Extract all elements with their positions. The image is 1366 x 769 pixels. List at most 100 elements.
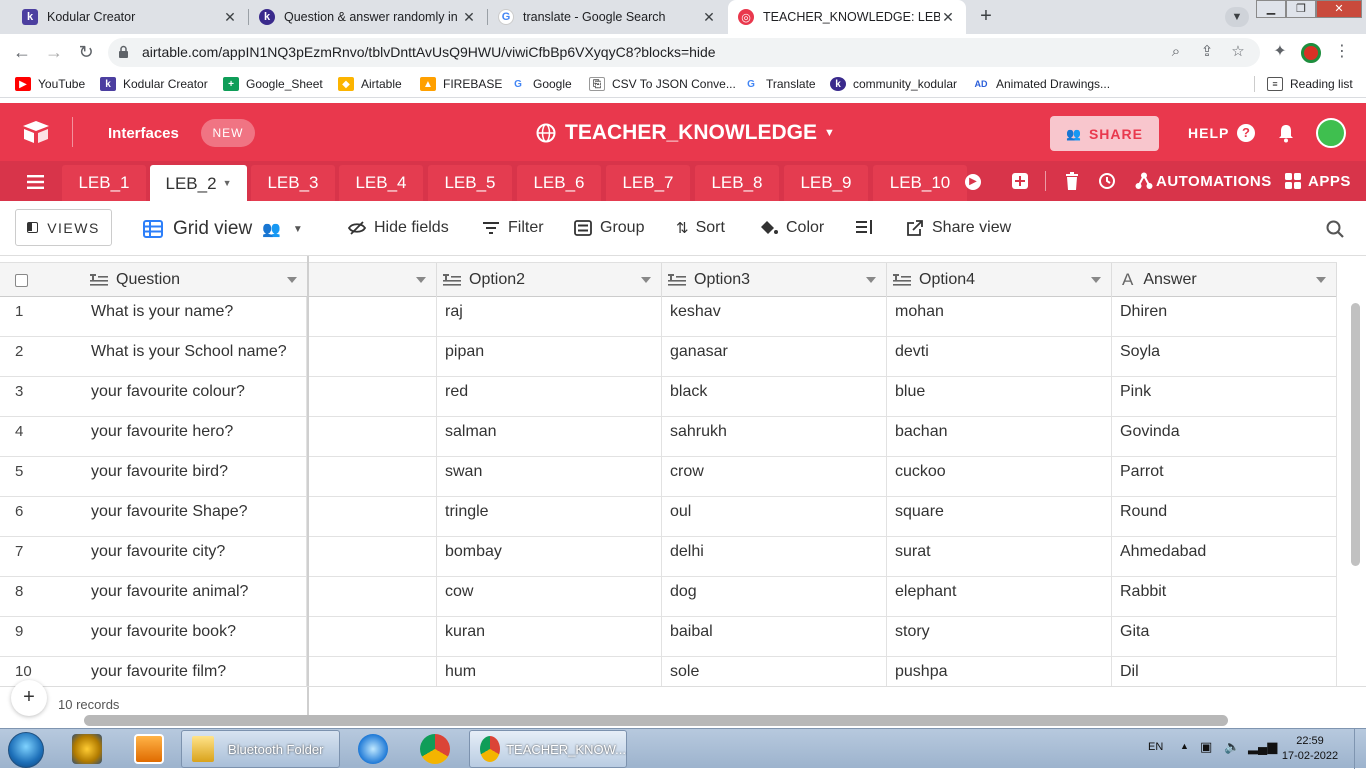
window-close-button[interactable]: ✕	[1316, 0, 1362, 18]
bookmark-firebase[interactable]: ▲ FIREBASE	[420, 75, 502, 93]
table-row[interactable]: 2 What is your School name? pipan ganasar de…	[0, 337, 1337, 377]
tab-leb-8[interactable]: LEB_8	[695, 165, 779, 201]
share-page-icon[interactable]: ⇪	[1197, 42, 1217, 62]
scroll-tabs-right-icon[interactable]: ▶	[965, 174, 981, 190]
cell-answer[interactable]: Ahmedabad	[1112, 537, 1337, 576]
filter-button[interactable]: Filter	[482, 219, 544, 237]
cell-option1[interactable]	[309, 377, 437, 416]
close-icon[interactable]: ✕	[940, 9, 956, 26]
trash-icon[interactable]	[1063, 172, 1081, 190]
history-icon[interactable]	[1098, 172, 1116, 190]
tab-leb-1[interactable]: LEB_1	[62, 165, 146, 201]
column-header-option4[interactable]: Option4	[887, 263, 1112, 297]
cell-option1[interactable]	[309, 337, 437, 376]
taskbar-bluetooth-folder[interactable]: Bluetooth Folder	[181, 730, 340, 768]
column-header-option3[interactable]: Option3	[662, 263, 887, 297]
cell-question[interactable]: your favourite bird?	[83, 457, 307, 496]
tab-leb-5[interactable]: LEB_5	[428, 165, 512, 201]
cell-option3[interactable]: sole	[662, 657, 887, 686]
search-icon[interactable]	[1326, 220, 1344, 238]
table-row[interactable]: 4 your favourite hero? salman sahrukh bachan…	[0, 417, 1337, 457]
cell-option4[interactable]: blue	[887, 377, 1112, 416]
table-row[interactable]: 5 your favourite bird? swan crow cuckoo Parro…	[0, 457, 1337, 497]
close-icon[interactable]: ✕	[222, 9, 238, 26]
cell-option3[interactable]: oul	[662, 497, 887, 536]
cell-question[interactable]: your favourite colour?	[83, 377, 307, 416]
tab-leb-4[interactable]: LEB_4	[339, 165, 423, 201]
cell-option4[interactable]: bachan	[887, 417, 1112, 456]
bookmark-translate[interactable]: G Translate	[743, 75, 816, 93]
vertical-scrollbar[interactable]	[1351, 303, 1360, 566]
show-desktop-button[interactable]	[1354, 729, 1366, 769]
column-header-answer[interactable]: A Answer	[1112, 263, 1337, 297]
cell-option2[interactable]: red	[437, 377, 662, 416]
user-avatar[interactable]	[1316, 118, 1346, 148]
zoom-icon[interactable]: ⌕	[1166, 42, 1186, 62]
table-row[interactable]: 10 your favourite film? hum sole pushpa Dil	[0, 657, 1337, 686]
cell-answer[interactable]: Govinda	[1112, 417, 1337, 456]
cell-option1[interactable]	[309, 617, 437, 656]
column-header-option1[interactable]	[309, 263, 437, 297]
cell-answer[interactable]: Round	[1112, 497, 1337, 536]
cell-option3[interactable]: crow	[662, 457, 887, 496]
cell-option1[interactable]	[309, 297, 437, 336]
bookmark-animated-drawings[interactable]: AD Animated Drawings...	[973, 75, 1110, 93]
grid-view-selector[interactable]: Grid view 👥 ▼	[143, 218, 303, 240]
add-table-icon[interactable]	[1011, 172, 1029, 190]
signal-icon[interactable]: ▂▄▆	[1248, 739, 1277, 755]
cell-answer[interactable]: Parrot	[1112, 457, 1337, 496]
cell-option2[interactable]: hum	[437, 657, 662, 686]
bookmark-kodular[interactable]: k Kodular Creator	[100, 75, 208, 93]
cell-option2[interactable]: swan	[437, 457, 662, 496]
table-row[interactable]: 3 your favourite colour? red black blue Pink	[0, 377, 1337, 417]
table-row[interactable]: 6 your favourite Shape? tringle oul square Ro…	[0, 497, 1337, 537]
bookmark-csv-to-json[interactable]: ⎘ CSV To JSON Conve...	[589, 75, 736, 93]
column-header-option2[interactable]: Option2	[437, 263, 662, 297]
cell-option4[interactable]: square	[887, 497, 1112, 536]
airtable-logo-icon[interactable]	[21, 120, 51, 144]
cell-option2[interactable]: kuran	[437, 617, 662, 656]
horizontal-scrollbar[interactable]	[84, 715, 1228, 726]
cell-option2[interactable]: tringle	[437, 497, 662, 536]
cell-question[interactable]: What is your name?	[83, 297, 307, 336]
video-player-icon[interactable]	[134, 734, 164, 764]
bookmark-star-icon[interactable]: ☆	[1228, 42, 1248, 62]
share-view-button[interactable]: Share view	[906, 219, 1011, 237]
cell-question[interactable]: your favourite book?	[83, 617, 307, 656]
chrome-icon[interactable]	[420, 734, 450, 764]
bell-icon[interactable]	[1277, 123, 1295, 143]
browser-tab[interactable]: G translate - Google Search ✕	[488, 0, 727, 34]
help-link[interactable]: HELP	[1188, 125, 1229, 141]
cell-answer[interactable]: Pink	[1112, 377, 1337, 416]
bookmark-community-kodular[interactable]: k community_kodular	[830, 75, 957, 93]
cell-answer[interactable]: Soyla	[1112, 337, 1337, 376]
cell-question[interactable]: What is your School name?	[83, 337, 307, 376]
address-bar[interactable]: airtable.com/appIN1NQ3pEzmRnvo/tblvDnttA…	[108, 38, 1260, 67]
network-device-icon[interactable]: ▣	[1200, 739, 1212, 755]
cell-question[interactable]: your favourite Shape?	[83, 497, 307, 536]
chevron-down-icon[interactable]	[1316, 277, 1326, 283]
color-button[interactable]: Color	[760, 219, 824, 237]
cell-option1[interactable]	[309, 497, 437, 536]
cell-option2[interactable]: pipan	[437, 337, 662, 376]
table-row[interactable]: 8 your favourite animal? cow dog elephant Rab…	[0, 577, 1337, 617]
extensions-puzzle-icon[interactable]: ✦	[1270, 42, 1290, 62]
cell-option4[interactable]: pushpa	[887, 657, 1112, 686]
start-button[interactable]	[8, 732, 44, 768]
cell-answer[interactable]: Dil	[1112, 657, 1337, 686]
close-icon[interactable]: ✕	[701, 9, 717, 26]
cell-option4[interactable]: elephant	[887, 577, 1112, 616]
cell-option2[interactable]: salman	[437, 417, 662, 456]
cell-option1[interactable]	[309, 457, 437, 496]
hamburger-menu-icon[interactable]	[27, 175, 44, 189]
chevron-down-icon[interactable]	[1091, 277, 1101, 283]
cell-option3[interactable]: black	[662, 377, 887, 416]
cell-question[interactable]: your favourite city?	[83, 537, 307, 576]
column-header-question[interactable]: Question	[0, 263, 308, 297]
cell-option3[interactable]: baibal	[662, 617, 887, 656]
table-row[interactable]: 1 What is your name? raj keshav mohan Dhiren	[0, 297, 1337, 337]
volume-icon[interactable]: 🔈	[1224, 739, 1240, 755]
media-player-icon[interactable]	[72, 734, 102, 764]
reading-list-button[interactable]: ≡ Reading list	[1267, 75, 1353, 93]
row-height-button[interactable]	[856, 219, 882, 235]
